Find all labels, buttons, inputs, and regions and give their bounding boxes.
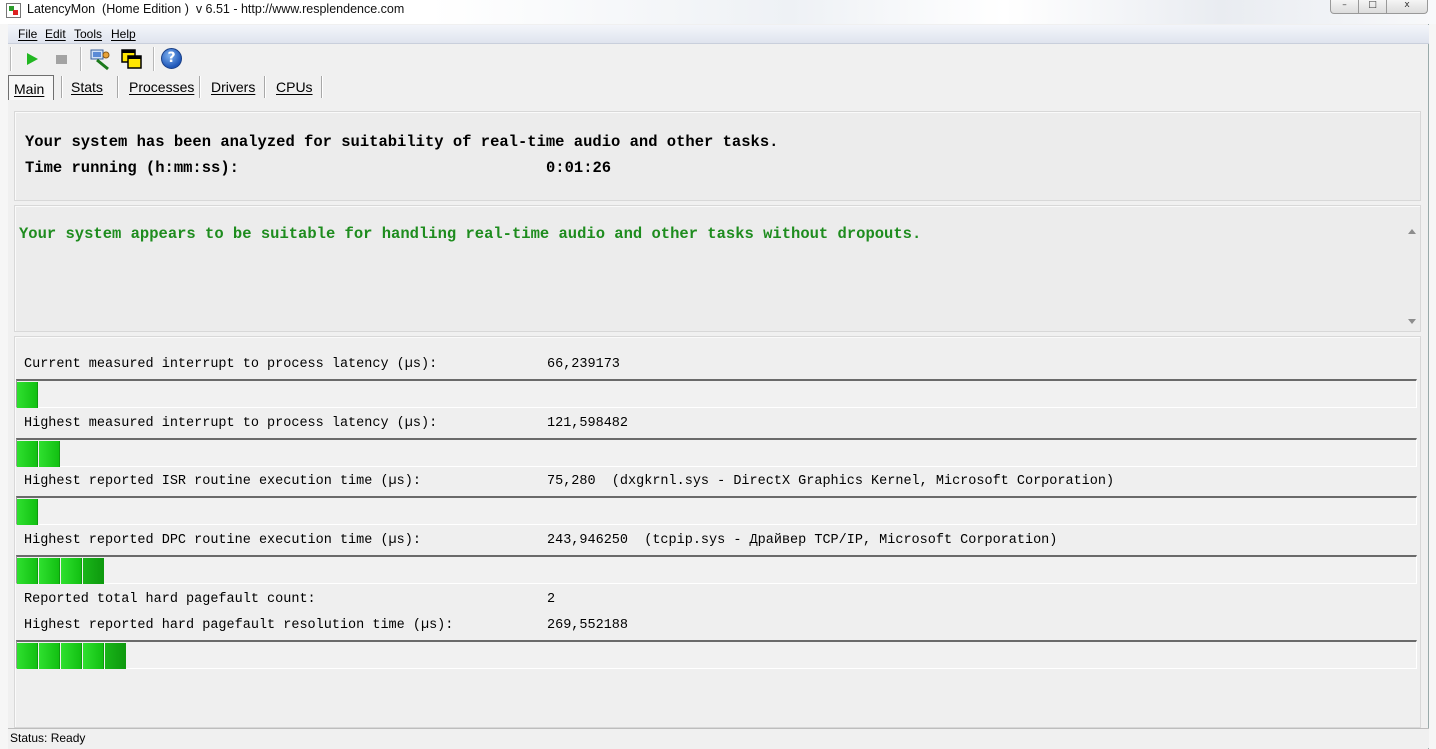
maximize-button[interactable]: □ xyxy=(1358,0,1387,14)
progress-segment xyxy=(17,643,38,669)
analysis-summary-text: Your system has been analyzed for suitab… xyxy=(25,133,779,151)
help-icon: ? xyxy=(161,48,182,69)
window-frame-right xyxy=(1428,24,1436,749)
minimize-button[interactable]: – xyxy=(1330,0,1359,14)
tab-stats-label: Stats xyxy=(71,79,103,95)
progress-segment xyxy=(83,558,104,584)
progress-bar-fill xyxy=(17,382,39,408)
progress-bar-isr-time xyxy=(16,496,1417,525)
menu-file[interactable]: File xyxy=(18,27,37,41)
progress-bar-highest-latency xyxy=(16,438,1417,467)
scroll-up-arrow-icon[interactable] xyxy=(1408,229,1416,234)
progress-segment xyxy=(39,558,60,584)
tab-processes-label: Processes xyxy=(129,79,195,95)
metric-value-isr-time: 75,280 (dxgkrnl.sys - DirectX Graphics K… xyxy=(547,474,1115,489)
window-frame-left xyxy=(0,24,8,749)
metric-label-isr-time: Highest reported ISR routine execution t… xyxy=(24,474,421,489)
tab-separator xyxy=(321,76,323,98)
tab-separator xyxy=(264,76,266,98)
metric-value-pagefault-count: 2 xyxy=(547,592,556,607)
tab-stats[interactable]: Stats xyxy=(71,74,103,99)
progress-segment xyxy=(39,441,60,467)
menu-edit[interactable]: Edit xyxy=(45,27,66,41)
tab-drivers[interactable]: Drivers xyxy=(211,74,255,99)
progress-segment xyxy=(61,558,82,584)
time-running-value: 0:01:26 xyxy=(546,159,612,177)
window-title: LatencyMon (Home Edition ) v 6.51 - http… xyxy=(27,2,405,16)
status-bar: Status: Ready xyxy=(8,728,1429,748)
stop-button[interactable] xyxy=(50,47,74,71)
stop-icon xyxy=(56,55,67,64)
progress-segment xyxy=(17,558,38,584)
tab-cpus[interactable]: CPUs xyxy=(276,74,313,99)
progress-segment xyxy=(61,643,82,669)
tab-separator xyxy=(117,76,119,98)
tab-processes[interactable]: Processes xyxy=(129,74,194,99)
progress-segment xyxy=(17,382,38,408)
metric-label-pagefault-count: Reported total hard pagefault count: xyxy=(24,592,316,607)
metric-value-highest-latency: 121,598482 xyxy=(547,416,629,431)
status-text: Status: Ready xyxy=(10,731,86,745)
progress-segment xyxy=(83,643,104,669)
progress-bar-fill xyxy=(17,499,39,525)
toolbar-separator xyxy=(80,47,82,71)
metric-value-current-latency: 66,239173 xyxy=(547,357,620,372)
metric-value-pagefault-time: 269,552188 xyxy=(547,618,629,633)
tab-cpus-label: CPUs xyxy=(276,79,313,95)
menu-bar: File Edit Tools Help xyxy=(8,25,1429,44)
play-icon xyxy=(27,53,38,65)
progress-segment xyxy=(105,643,126,669)
system-info-icon xyxy=(90,49,110,71)
latencymon-window: LatencyMon (Home Edition ) v 6.51 - http… xyxy=(0,0,1436,749)
close-button[interactable]: x xyxy=(1386,0,1428,14)
menu-tools[interactable]: Tools xyxy=(74,27,102,41)
verdict-scrollbar[interactable] xyxy=(1405,206,1420,331)
progress-segment xyxy=(39,643,60,669)
metric-label-highest-latency: Highest measured interrupt to process la… xyxy=(24,416,438,431)
copy-window-button[interactable] xyxy=(120,47,144,71)
metric-label-pagefault-time: Highest reported hard pagefault resoluti… xyxy=(24,618,454,633)
system-info-button[interactable] xyxy=(88,47,112,71)
toolbar-grip xyxy=(10,47,12,71)
tab-separator xyxy=(199,76,201,98)
copy-window-icon xyxy=(121,49,142,69)
scroll-down-arrow-icon[interactable] xyxy=(1408,319,1416,324)
menu-help[interactable]: Help xyxy=(111,27,136,41)
toolbar-separator xyxy=(153,47,155,71)
time-running-label: Time running (h:mm:ss): xyxy=(25,159,239,177)
tab-drivers-label: Drivers xyxy=(211,79,256,95)
progress-bar-fill xyxy=(17,441,61,467)
progress-bar-fill xyxy=(17,558,105,584)
progress-bar-current-latency xyxy=(16,379,1417,408)
progress-segment xyxy=(17,499,38,525)
metric-label-current-latency: Current measured interrupt to process la… xyxy=(24,357,438,372)
progress-segment xyxy=(17,441,38,467)
title-bar: LatencyMon (Home Edition ) v 6.51 - http… xyxy=(0,0,1436,24)
app-icon xyxy=(6,3,21,18)
progress-bar-pagefault-time xyxy=(16,640,1417,669)
window-controls: – □ x xyxy=(1330,0,1428,14)
verdict-panel: Your system appears to be suitable for h… xyxy=(14,205,1421,332)
help-button[interactable]: ? xyxy=(160,47,184,71)
tab-main-label: Main xyxy=(14,81,45,97)
progress-bar-fill xyxy=(17,643,127,669)
verdict-text: Your system appears to be suitable for h… xyxy=(19,225,922,243)
tab-separator xyxy=(61,76,63,98)
tab-main[interactable]: Main xyxy=(8,75,54,100)
metric-value-dpc-time: 243,946250 (tcpip.sys - Драйвер TCP/IP, … xyxy=(547,533,1058,548)
progress-bar-dpc-time xyxy=(16,555,1417,584)
start-button[interactable] xyxy=(20,47,44,71)
toolbar: ? xyxy=(8,45,308,73)
summary-panel: Your system has been analyzed for suitab… xyxy=(14,111,1421,201)
metric-label-dpc-time: Highest reported DPC routine execution t… xyxy=(24,533,421,548)
